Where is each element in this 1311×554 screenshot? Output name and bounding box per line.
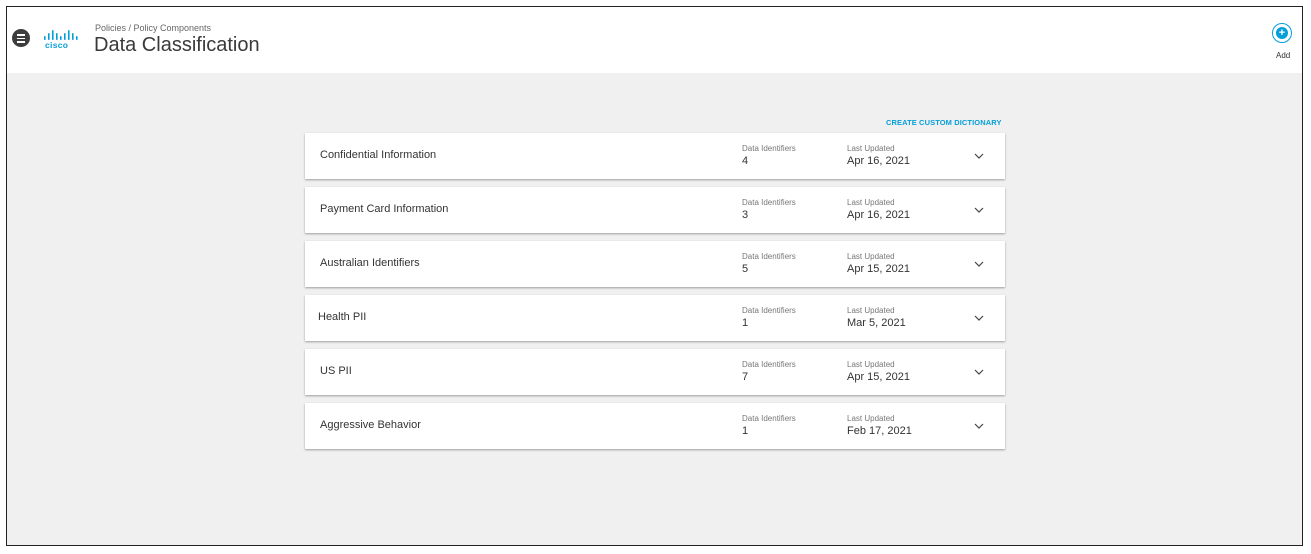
- add-label: Add: [1276, 51, 1291, 60]
- dictionary-card[interactable]: Confidential Information Data Identifiers…: [305, 133, 1005, 179]
- last-updated-label: Last Updated: [847, 252, 895, 261]
- dictionary-card[interactable]: Australian Identifiers Data Identifiers 5 L…: [305, 241, 1005, 287]
- card-title: Payment Card Information: [320, 203, 449, 215]
- data-identifiers-label: Data Identifiers: [742, 252, 796, 261]
- data-identifiers-label: Data Identifiers: [742, 306, 796, 315]
- add-button[interactable]: + Add: [1272, 23, 1294, 60]
- page-title: Data Classification: [94, 34, 260, 56]
- last-updated-block: Last Updated Feb 17, 2021: [847, 414, 912, 437]
- data-identifiers-block: Data Identifiers 7: [742, 360, 796, 383]
- last-updated-date: Apr 16, 2021: [847, 209, 910, 221]
- data-identifiers-label: Data Identifiers: [742, 360, 796, 369]
- data-identifiers-count: 7: [742, 371, 749, 383]
- data-identifiers-count: 4: [742, 155, 749, 167]
- last-updated-date: Apr 15, 2021: [847, 371, 910, 383]
- data-identifiers-count: 3: [742, 209, 749, 221]
- data-identifiers-block: Data Identifiers 4: [742, 144, 796, 167]
- card-title: Australian Identifiers: [320, 257, 420, 269]
- dictionary-card[interactable]: Health PII Data Identifiers 1 Last Updated M…: [305, 295, 1005, 341]
- cisco-logo: cisco: [44, 28, 78, 50]
- chevron-down-icon[interactable]: [972, 311, 986, 325]
- logo-text: cisco: [45, 40, 69, 50]
- card-title: US PII: [320, 365, 352, 377]
- hamburger-menu-icon[interactable]: [12, 29, 30, 47]
- breadcrumb[interactable]: Policies / Policy Components: [95, 23, 211, 33]
- last-updated-block: Last Updated Apr 16, 2021: [847, 198, 910, 221]
- data-identifiers-block: Data Identifiers 1: [742, 306, 796, 329]
- chevron-down-icon[interactable]: [972, 365, 986, 379]
- last-updated-label: Last Updated: [847, 144, 895, 153]
- chevron-down-icon[interactable]: [972, 149, 986, 163]
- last-updated-date: Apr 16, 2021: [847, 155, 910, 167]
- data-identifiers-count: 1: [742, 317, 749, 329]
- data-identifiers-block: Data Identifiers 5: [742, 252, 796, 275]
- chevron-down-icon[interactable]: [972, 203, 986, 217]
- app-window: cisco Policies / Policy Components Data …: [6, 6, 1303, 546]
- data-identifiers-label: Data Identifiers: [742, 144, 796, 153]
- data-identifiers-label: Data Identifiers: [742, 198, 796, 207]
- dictionary-card[interactable]: Payment Card Information Data Identifiers…: [305, 187, 1005, 233]
- last-updated-block: Last Updated Apr 15, 2021: [847, 252, 910, 275]
- data-identifiers-block: Data Identifiers 3: [742, 198, 796, 221]
- last-updated-block: Last Updated Mar 5, 2021: [847, 306, 906, 329]
- last-updated-block: Last Updated Apr 16, 2021: [847, 144, 910, 167]
- chevron-down-icon[interactable]: [972, 257, 986, 271]
- chevron-down-icon[interactable]: [972, 419, 986, 433]
- last-updated-date: Mar 5, 2021: [847, 317, 906, 329]
- last-updated-label: Last Updated: [847, 414, 895, 423]
- last-updated-label: Last Updated: [847, 360, 895, 369]
- data-identifiers-label: Data Identifiers: [742, 414, 796, 423]
- last-updated-date: Apr 15, 2021: [847, 263, 910, 275]
- add-icon[interactable]: +: [1272, 23, 1292, 43]
- card-title: Confidential Information: [320, 149, 437, 161]
- header: cisco Policies / Policy Components Data …: [7, 7, 1302, 73]
- last-updated-label: Last Updated: [847, 198, 895, 207]
- last-updated-label: Last Updated: [847, 306, 895, 315]
- card-title: Health PII: [318, 311, 367, 323]
- dictionary-card[interactable]: Aggressive Behavior Data Identifiers 1 Last…: [305, 403, 1005, 449]
- data-identifiers-count: 5: [742, 263, 749, 275]
- create-custom-dictionary-link[interactable]: CREATE CUSTOM DICTIONARY: [886, 118, 1002, 127]
- data-identifiers-block: Data Identifiers 1: [742, 414, 796, 437]
- data-identifiers-count: 1: [742, 425, 749, 437]
- card-title: Aggressive Behavior: [320, 419, 421, 431]
- main-content: CREATE CUSTOM DICTIONARY Confidential In…: [7, 73, 1302, 545]
- dictionary-card[interactable]: US PII Data Identifiers 7 Last Updated Apr 1…: [305, 349, 1005, 395]
- last-updated-block: Last Updated Apr 15, 2021: [847, 360, 910, 383]
- last-updated-date: Feb 17, 2021: [847, 425, 912, 437]
